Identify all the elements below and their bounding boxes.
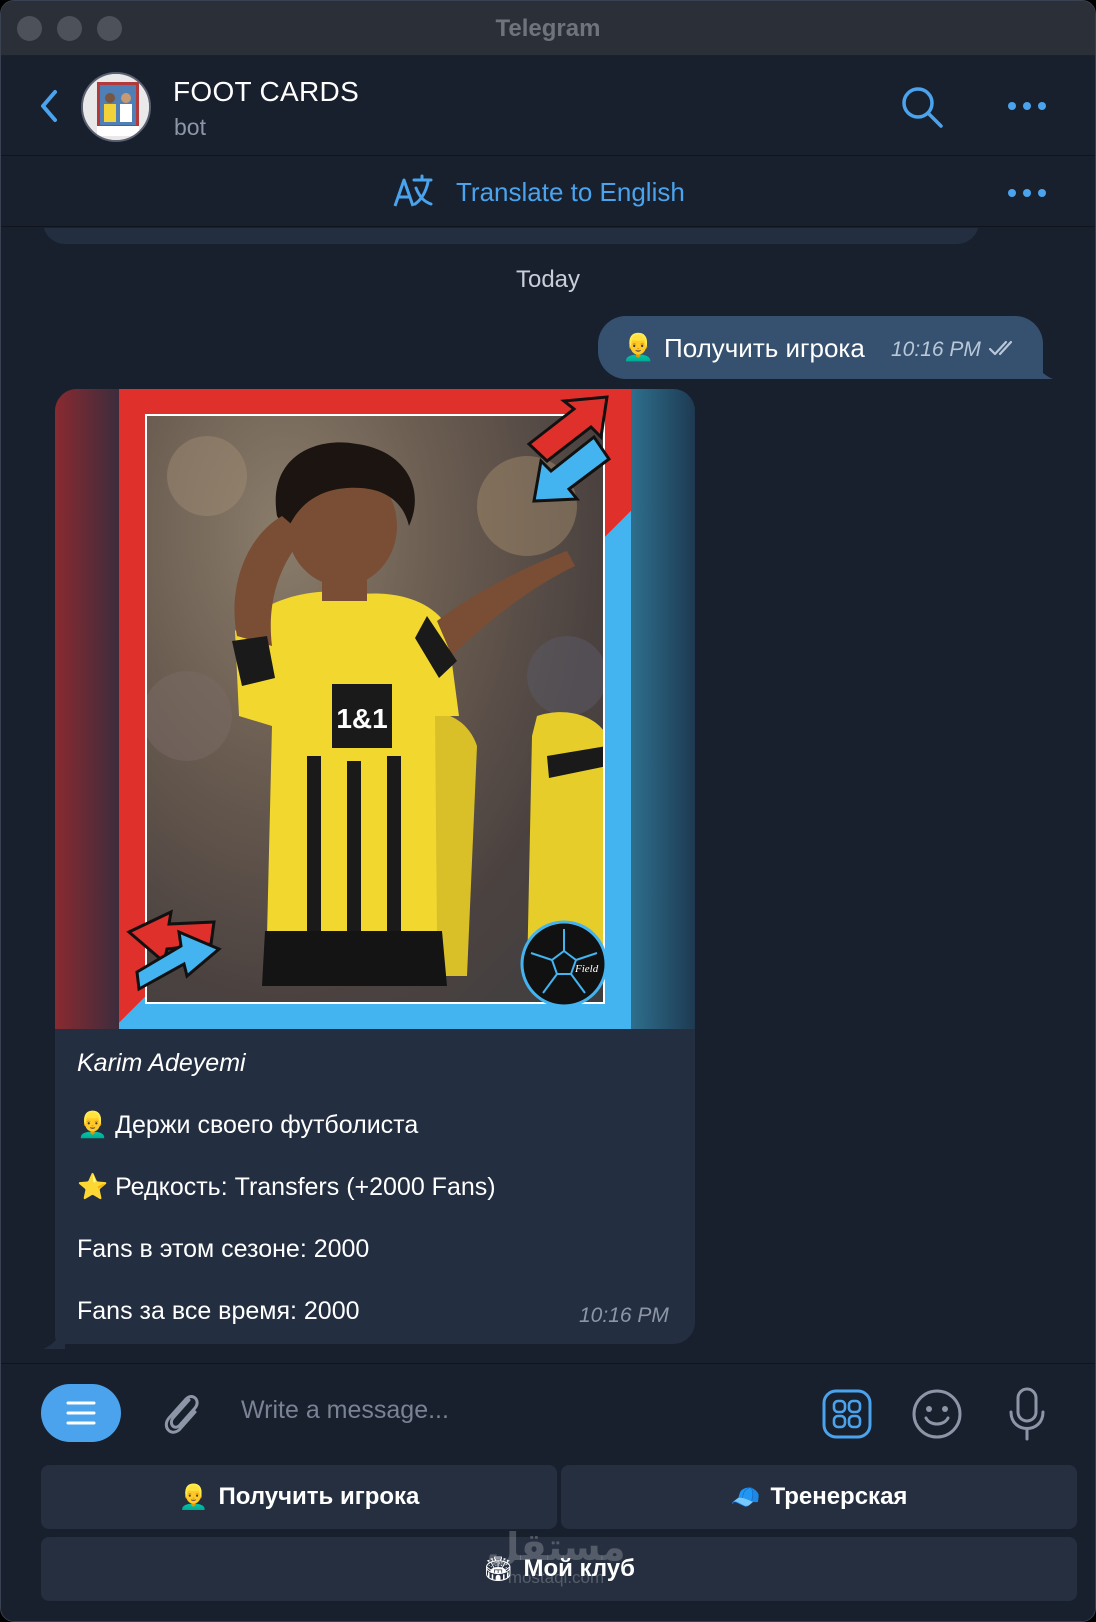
chat-avatar[interactable]	[81, 72, 151, 142]
shirt-sponsor-label: 1&1	[336, 703, 387, 734]
search-icon[interactable]	[899, 84, 945, 130]
get-player-button[interactable]: 👱‍♂️ Получить игрока	[41, 1465, 557, 1529]
bot-menu-button[interactable]	[41, 1384, 121, 1442]
my-club-button[interactable]: 🏟 Мой клуб	[41, 1537, 1077, 1601]
incoming-message[interactable]: 1&1	[55, 389, 695, 1344]
outgoing-message[interactable]: 👱‍♂️ Получить игрока 10:16 PM	[598, 316, 1043, 379]
translate-icon	[393, 174, 433, 207]
caption-line-4: Fans за все время: 2000	[77, 1297, 360, 1325]
transfer-arrows-icon	[526, 395, 612, 503]
back-arrow-icon[interactable]	[35, 86, 65, 126]
incoming-message-time: 10:16 PM	[579, 1304, 669, 1327]
my-club-label: Мой клуб	[523, 1555, 635, 1582]
paperclip-icon[interactable]	[159, 1388, 205, 1438]
outgoing-message-text: Получить игрока	[664, 333, 865, 363]
coach-room-label: Тренерская	[770, 1483, 908, 1510]
chat-header: FOOT CARDS bot	[1, 56, 1095, 156]
chat-subtitle: bot	[174, 114, 206, 140]
translate-more-icon[interactable]	[1007, 183, 1047, 203]
card-backdrop-right	[631, 389, 695, 1029]
caption-line-1-emoji: 👱‍♂️	[77, 1111, 109, 1139]
outgoing-message-time: 10:16 PM	[891, 338, 981, 361]
card-backdrop-left	[55, 389, 119, 1029]
emoji-smile-icon[interactable]	[911, 1388, 963, 1440]
caption-line-2-text: Редкость: Transfers (+2000 Fans)	[115, 1173, 496, 1201]
outgoing-message-emoji: 👱‍♂️	[622, 332, 655, 362]
translate-bar[interactable]: Translate to English	[1, 157, 1095, 227]
soccer-ball-badge-icon: Field	[520, 920, 608, 1008]
incoming-bubble-tail	[43, 1326, 65, 1349]
caption-line-1: 👱‍♂️ Держи своего футболиста	[77, 1111, 418, 1140]
translate-button[interactable]: Translate to English	[456, 177, 685, 208]
date-separator: Today	[515, 266, 581, 293]
caption-line-3: Fans в этом сезоне: 2000	[77, 1235, 370, 1263]
transfer-arrows-icon	[126, 909, 222, 992]
bot-avatar-image	[83, 74, 149, 140]
microphone-icon[interactable]	[1007, 1386, 1047, 1442]
caption-line-2: ⭐ Редкость: Transfers (+2000 Fans)	[77, 1173, 496, 1202]
message-input[interactable]: Write a message...	[241, 1396, 449, 1425]
read-checkmarks-icon	[988, 340, 1013, 356]
message-composer: Write a message...	[1, 1363, 1095, 1461]
player-name: Karim Adeyemi	[77, 1049, 246, 1077]
bot-commands-icon[interactable]	[821, 1388, 873, 1440]
menu-icon	[66, 1401, 96, 1425]
stadium-emoji-icon: 🏟	[483, 1555, 514, 1583]
window-title: Telegram	[495, 15, 601, 42]
coach-room-button[interactable]: 🧢 Тренерская	[561, 1465, 1077, 1529]
player-card-image[interactable]: 1&1 Field	[55, 389, 695, 1029]
more-options-icon[interactable]	[1007, 94, 1047, 118]
telegram-window: Telegram FOOT CARDS bot Translate to Eng…	[0, 0, 1096, 1622]
get-player-label: Получить игрока	[218, 1483, 420, 1510]
player-card-frame: 1&1 Field	[119, 389, 631, 1029]
badge-text: Field	[574, 963, 599, 975]
bot-reply-keyboard: 👱‍♂️ Получить игрока 🧢 Тренерская 🏟 Мой …	[1, 1461, 1095, 1621]
cap-emoji-icon: 🧢	[730, 1483, 761, 1511]
chat-title[interactable]: FOOT CARDS	[173, 76, 359, 108]
previous-message-bubble	[43, 228, 979, 244]
person-emoji-icon: 👱‍♂️	[178, 1483, 209, 1511]
message-list[interactable]: Today 👱‍♂️ Получить игрока 10:16 PM	[1, 228, 1095, 1363]
outgoing-bubble-tail	[1031, 356, 1053, 379]
caption-line-1-text: Держи своего футболиста	[115, 1111, 419, 1139]
star-icon: ⭐	[77, 1173, 109, 1201]
title-bar: Telegram	[1, 1, 1095, 56]
